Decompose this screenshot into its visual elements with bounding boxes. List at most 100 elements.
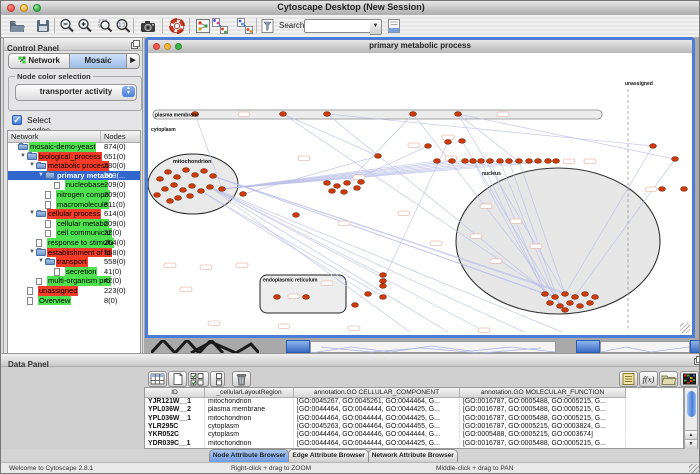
table-cell[interactable]: mitochondrion (205, 440, 294, 448)
network-node[interactable] (201, 169, 208, 174)
network-node[interactable] (535, 159, 542, 164)
table-column-header[interactable]: ID (145, 388, 205, 398)
network-node[interactable] (462, 159, 469, 164)
network-node[interactable] (352, 303, 359, 308)
network-node[interactable] (192, 173, 199, 178)
tree-expand-arrow-icon[interactable]: ▼ (29, 248, 35, 257)
network-node[interactable] (344, 181, 351, 186)
network-canvas[interactable]: plasma membranecytoplasmmitochondrionnuc… (148, 53, 692, 335)
network-node[interactable] (582, 292, 589, 297)
snapshot-camera-icon[interactable] (139, 17, 157, 35)
attribute-notes-icon[interactable] (619, 371, 638, 387)
table-cell[interactable]: YLR295C (145, 423, 205, 431)
search-input[interactable] (304, 19, 372, 33)
network-tree-row[interactable]: secretion41(0) (8, 267, 140, 277)
network-tree-row[interactable]: Overview8(0) (8, 296, 140, 306)
table-cell[interactable]: YPL036W__1 (145, 415, 205, 423)
table-cell[interactable]: plasma membrane (205, 406, 294, 414)
network-tree-row[interactable]: response to stimulu264(0) (8, 238, 140, 248)
network-tree-row[interactable]: ▼cellular process614(0) (8, 209, 140, 219)
network-tree-row[interactable]: ▼biological_process651(0) (8, 152, 140, 162)
network-tree-row[interactable]: macromolecule311(0) (8, 200, 140, 210)
network-node[interactable] (180, 188, 187, 193)
network-node[interactable] (354, 186, 361, 191)
table-column-header[interactable]: annotation.GO MOLECULAR_FUNCTION (460, 388, 626, 398)
network-node[interactable] (659, 187, 666, 192)
network-node[interactable] (562, 308, 569, 313)
network-view-window[interactable]: primary metabolic process plasma membran… (145, 37, 695, 338)
zoom-fit-icon[interactable]: 1:1 (114, 17, 132, 35)
table-column-header[interactable]: annotation.GO CELLULAR_COMPONENT (294, 388, 460, 398)
attribute-matrix-icon[interactable] (680, 371, 699, 387)
tab-edge-attribute-browser[interactable]: Edge Attribute Browser (288, 449, 368, 462)
save-session-icon[interactable] (34, 17, 52, 35)
help-lifesaver-icon[interactable] (168, 17, 186, 35)
zoom-out-icon[interactable] (58, 17, 76, 35)
network-node[interactable] (183, 168, 190, 173)
node-color-select[interactable]: transporter activity ▲▼ (15, 84, 137, 101)
network-node[interactable] (189, 184, 196, 189)
network-node[interactable] (293, 213, 300, 218)
float-panel-icon[interactable] (131, 40, 140, 53)
network-node[interactable] (497, 159, 504, 164)
background-window-edge[interactable] (576, 340, 600, 353)
table-cell[interactable]: [GO:0016787, GO:0005488, GO:0005215, G..… (460, 398, 626, 406)
open-session-icon[interactable] (8, 17, 26, 35)
network-node[interactable] (470, 159, 477, 164)
table-cell[interactable]: [GO:0045263, GO:0044464, GO:0044455, G..… (294, 423, 460, 431)
network-tree-row[interactable]: cellular metabo209(0) (8, 219, 140, 229)
app-resize-grip[interactable] (689, 464, 700, 474)
network-node[interactable] (380, 279, 387, 284)
network-node[interactable] (506, 159, 513, 164)
network-tree-row[interactable]: ▼transport558(0) (8, 257, 140, 267)
delete-attribute-trash-icon[interactable] (232, 371, 251, 387)
network-tree-row[interactable]: ▼metabolic process280(0) (8, 161, 140, 171)
network-graph[interactable]: plasma membranecytoplasmmitochondrionnuc… (148, 53, 692, 335)
tab-overflow-arrow[interactable]: ▶ (126, 53, 140, 69)
network-node[interactable] (198, 189, 205, 194)
network-node[interactable] (324, 181, 331, 186)
table-cell[interactable]: mitochondrion (205, 415, 294, 423)
search-dropdown-arrow[interactable]: ▼ (370, 19, 382, 35)
table-cell[interactable]: YDR039C__1 (145, 440, 205, 448)
network-node[interactable] (329, 189, 336, 194)
new-attribute-icon[interactable] (168, 371, 187, 387)
tree-expand-arrow-icon[interactable]: ▼ (29, 209, 35, 218)
network-node[interactable] (487, 159, 494, 164)
network-node[interactable] (410, 112, 417, 117)
window-resize-grip[interactable] (680, 323, 690, 333)
table-cell[interactable]: [GO:0016787, GO:0005215, GO:0003824, G..… (460, 423, 626, 431)
table-cell[interactable]: [GO:0045267, GO:0045261, GO:0044464, G..… (294, 398, 460, 406)
table-cell[interactable]: YPL036W__2 (145, 406, 205, 414)
network-node[interactable] (219, 187, 226, 192)
network-node[interactable] (240, 192, 247, 197)
network-tree-row[interactable]: nucleobase-209(0) (8, 180, 140, 190)
network-node[interactable] (672, 157, 679, 162)
table-cell[interactable]: [GO:0005488, GO:0005215, GO:0003674] (460, 431, 626, 439)
table-cell[interactable]: [GO:0016787, GO:0005488, GO:0005215, G..… (460, 415, 626, 423)
network-tree-row[interactable]: mosaic-demo-yeast874(0) (8, 142, 140, 152)
network-node[interactable] (516, 159, 523, 164)
network-node[interactable] (274, 295, 281, 300)
network-node[interactable] (562, 292, 569, 297)
network-tree-row[interactable]: cell communicat22(0) (8, 228, 140, 238)
table-cell[interactable]: YKR052C (145, 431, 205, 439)
tab-network[interactable]: Network (8, 53, 70, 69)
table-cell[interactable]: mitochondrion (205, 398, 294, 406)
network-node[interactable] (174, 175, 181, 180)
network-window-titlebar[interactable]: primary metabolic process (148, 40, 692, 54)
network-node[interactable] (552, 295, 559, 300)
network-node[interactable] (341, 190, 348, 195)
tree-expand-arrow-icon[interactable]: ▼ (38, 171, 44, 180)
table-cell[interactable]: [GO:0016787, GO:0005488, GO:0005215, G..… (460, 406, 626, 414)
network-node[interactable] (210, 174, 217, 179)
table-cell[interactable]: cytoplasm (205, 423, 294, 431)
network-node[interactable] (445, 140, 452, 145)
network-node[interactable] (171, 183, 178, 188)
table-cell[interactable]: cytoplasm (205, 431, 294, 439)
background-window-edge[interactable] (286, 340, 310, 353)
background-window-strip[interactable] (600, 341, 690, 353)
network-node[interactable] (547, 301, 554, 306)
scrollbar-thumb[interactable] (687, 391, 696, 417)
network-node[interactable] (207, 185, 214, 190)
